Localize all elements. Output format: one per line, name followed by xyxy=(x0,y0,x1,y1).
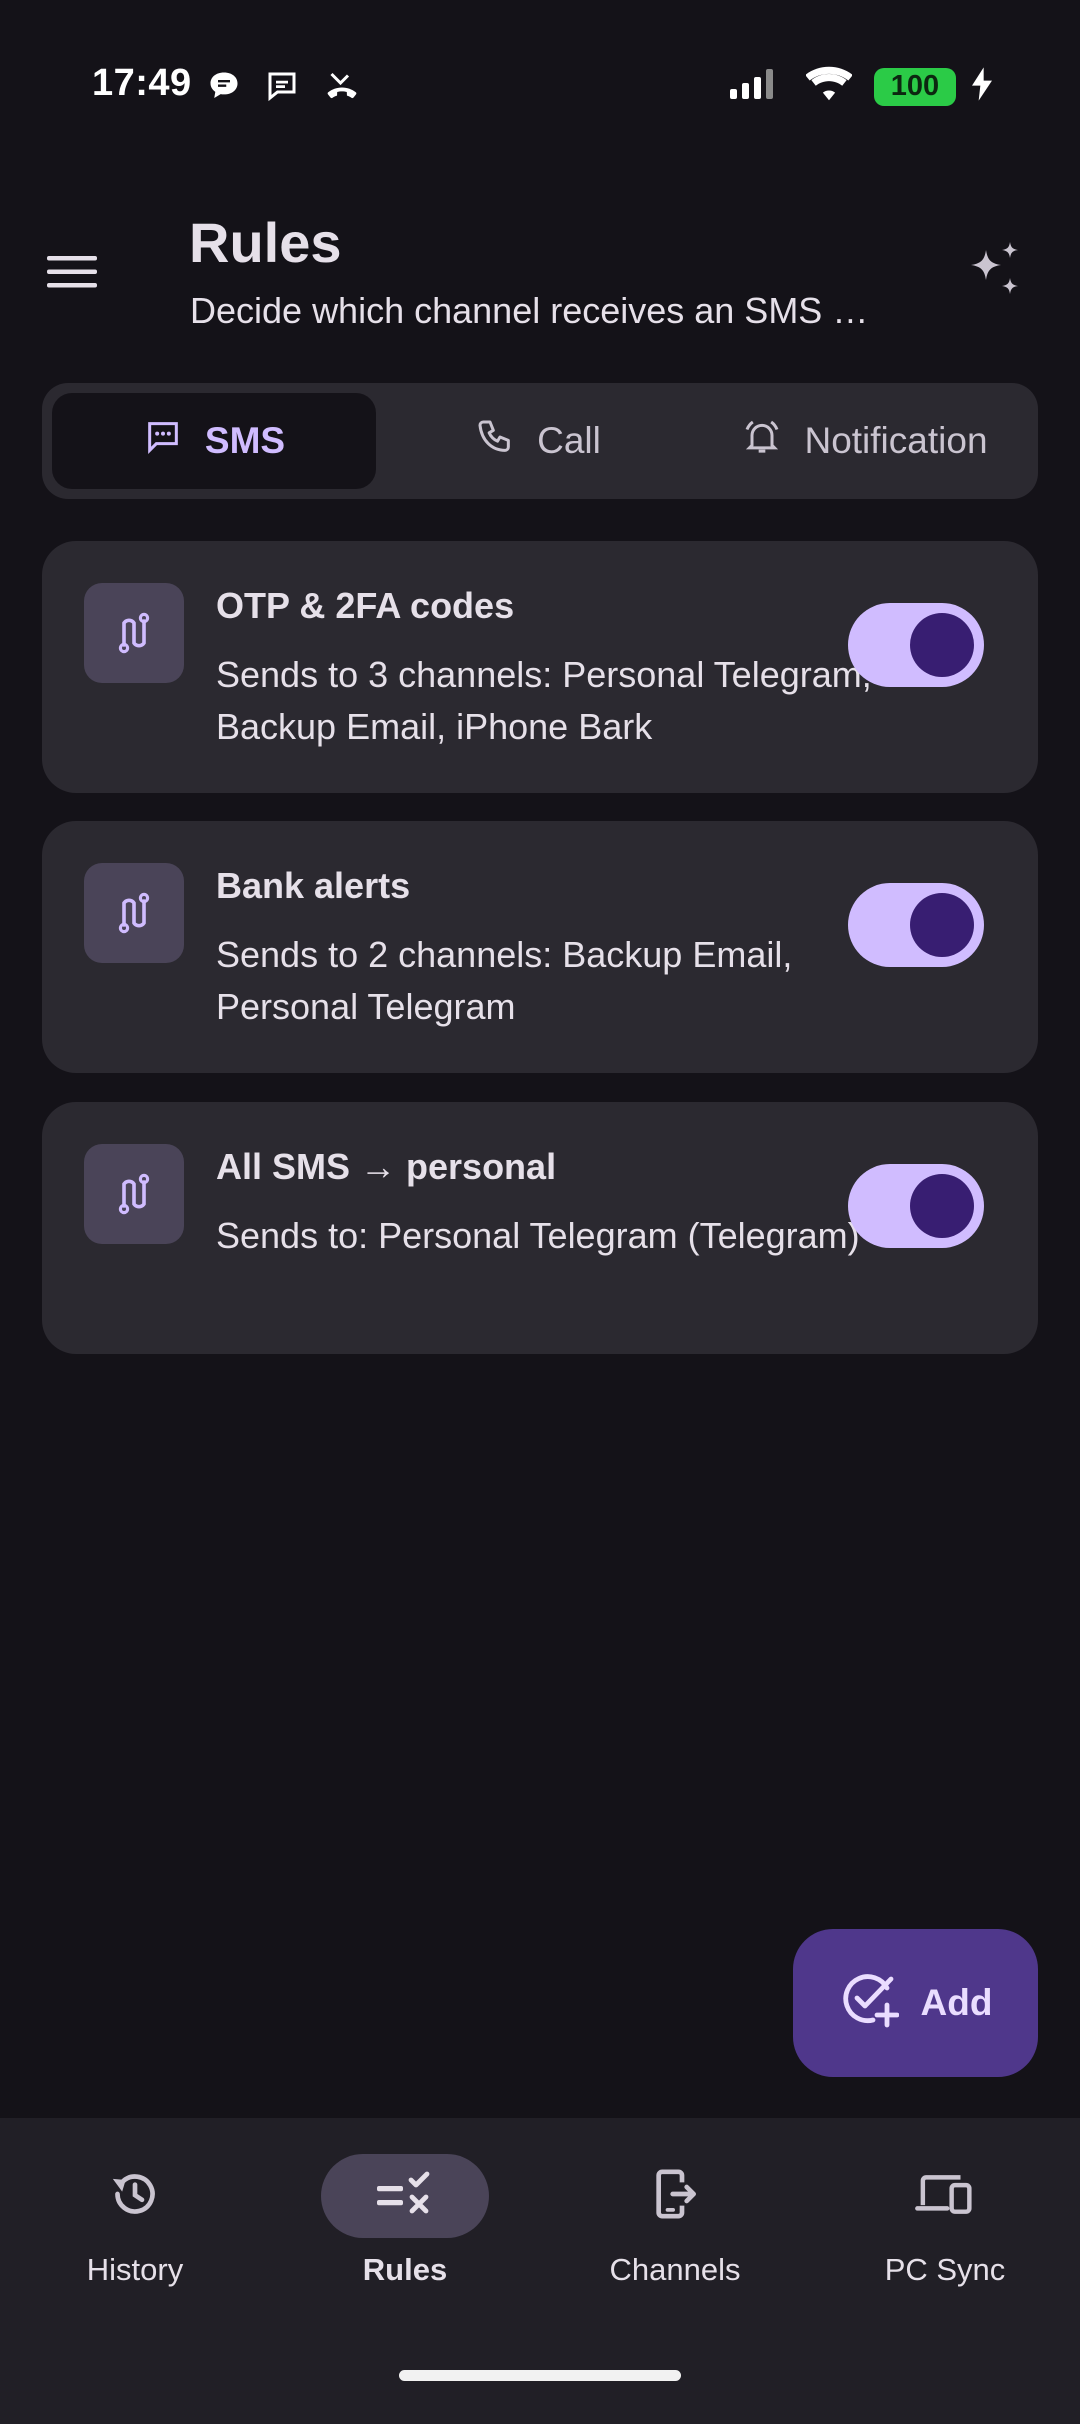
nav-indicator xyxy=(591,2154,759,2238)
rule-description: Sends to: Personal Telegram (Telegram) xyxy=(216,1215,860,1256)
nav-label: Channels xyxy=(609,2252,741,2287)
add-check-icon xyxy=(839,1969,899,2038)
add-rule-button[interactable]: Add xyxy=(793,1929,1038,2077)
nav-indicator xyxy=(861,2154,1029,2238)
status-time: 17:49 xyxy=(92,62,192,104)
home-indicator[interactable] xyxy=(399,2370,681,2381)
sms-notification-icon xyxy=(264,68,300,104)
charging-bolt-icon xyxy=(972,67,992,106)
status-system-icons: 100 xyxy=(728,66,992,107)
toggle-knob xyxy=(910,893,974,957)
tab-label: SMS xyxy=(204,420,286,461)
missed-call-icon xyxy=(322,68,362,104)
page-subtitle: Decide which channel receives an SMS … xyxy=(190,290,869,331)
channel-type-tabs: SMS Call Notification xyxy=(42,383,1038,499)
nav-label: History xyxy=(86,2252,184,2287)
sparkle-button[interactable] xyxy=(956,236,1032,312)
battery-level: 100 xyxy=(890,70,940,102)
sparkle-icon xyxy=(962,240,1026,309)
add-button-label: Add xyxy=(920,1982,993,2023)
chat-bubble-icon xyxy=(206,68,242,104)
rule-card[interactable]: OTP & 2FA codes Sends to 3 channels: Per… xyxy=(42,541,1038,793)
nav-indicator xyxy=(321,2154,489,2238)
toggle-knob xyxy=(910,1174,974,1238)
phone-icon xyxy=(475,417,515,466)
devices-icon xyxy=(914,2166,976,2227)
route-icon xyxy=(84,1144,184,1244)
route-icon xyxy=(84,583,184,683)
tab-sms[interactable]: SMS xyxy=(52,393,376,489)
rule-enabled-toggle[interactable] xyxy=(848,883,984,967)
rule-enabled-toggle[interactable] xyxy=(848,1164,984,1248)
wifi-icon xyxy=(805,66,853,107)
rule-description: Sends to 3 channels: Personal Telegram, … xyxy=(216,654,872,747)
tab-label: Call xyxy=(537,420,601,461)
battery-icon: 100 xyxy=(874,67,956,106)
rule-enabled-toggle[interactable] xyxy=(848,603,984,687)
hamburger-menu-icon xyxy=(47,254,97,295)
rules-icon xyxy=(375,2170,435,2223)
sms-icon xyxy=(143,417,183,466)
tab-notification[interactable]: Notification xyxy=(700,393,1030,489)
status-notification-icons xyxy=(206,68,362,104)
signal-icon xyxy=(728,67,784,106)
nav-label: Rules xyxy=(362,2252,448,2287)
status-bar: 17:49 100 xyxy=(0,0,1080,176)
history-icon xyxy=(107,2166,163,2227)
nav-item-history[interactable]: History xyxy=(0,2154,270,2288)
rule-title: Bank alerts xyxy=(216,865,411,906)
route-icon xyxy=(84,863,184,963)
rule-title: OTP & 2FA codes xyxy=(216,585,515,626)
bell-icon xyxy=(742,417,782,466)
nav-label: PC Sync xyxy=(884,2252,1006,2287)
menu-button[interactable] xyxy=(34,236,110,312)
nav-item-rules[interactable]: Rules xyxy=(270,2154,540,2288)
rule-title: All SMS → personal xyxy=(216,1146,557,1187)
page-title: Rules xyxy=(189,211,342,274)
rule-card[interactable]: Bank alerts Sends to 2 channels: Backup … xyxy=(42,821,1038,1073)
nav-item-pc-sync[interactable]: PC Sync xyxy=(810,2154,1080,2288)
nav-item-channels[interactable]: Channels xyxy=(540,2154,810,2288)
rule-card[interactable]: All SMS → personal Sends to: Personal Te… xyxy=(42,1102,1038,1354)
toggle-knob xyxy=(910,613,974,677)
rule-description: Sends to 2 channels: Backup Email, Perso… xyxy=(216,934,793,1027)
tab-label: Notification xyxy=(804,420,988,461)
tab-call[interactable]: Call xyxy=(376,393,700,489)
nav-indicator xyxy=(51,2154,219,2238)
channel-device-icon xyxy=(647,2166,703,2227)
